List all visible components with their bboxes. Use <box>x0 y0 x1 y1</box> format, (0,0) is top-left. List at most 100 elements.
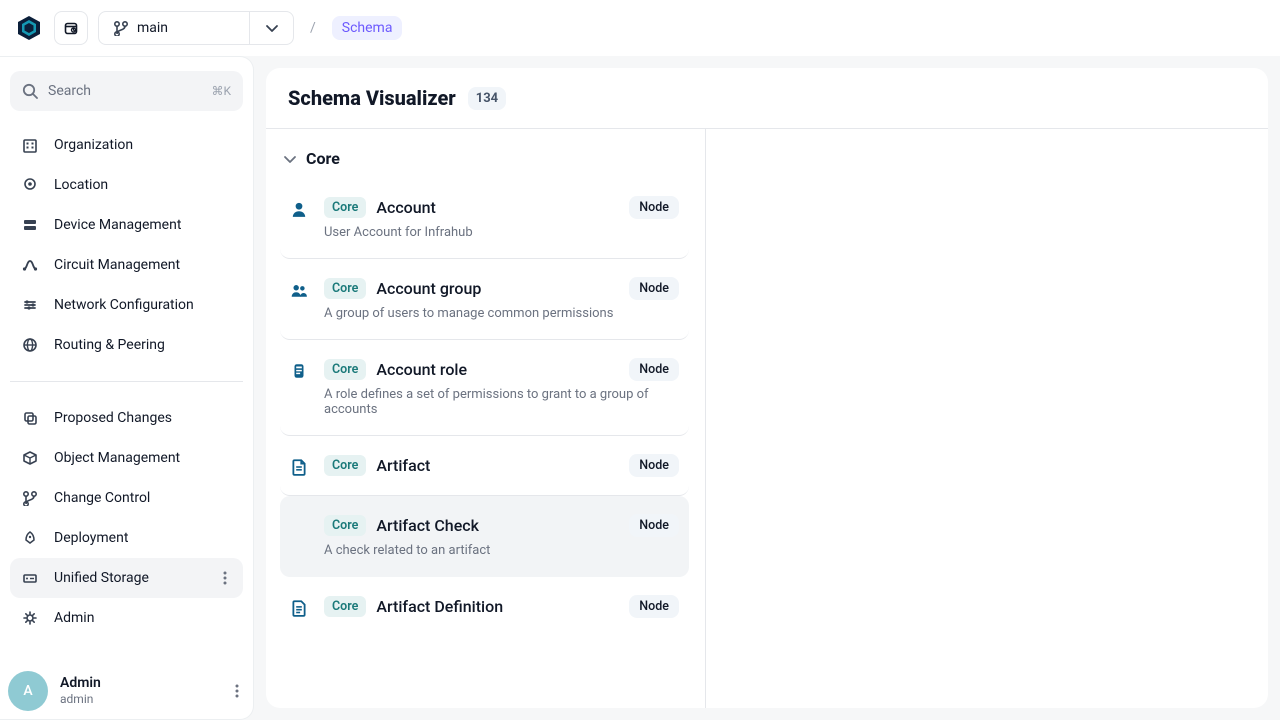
sidebar-item-device-management[interactable]: Device Management <box>10 205 243 245</box>
schema-item-name: Account role <box>376 360 467 379</box>
schema-group-header[interactable]: Core <box>280 139 689 178</box>
user-name: Admin <box>60 675 101 692</box>
sidebar-item-deployment[interactable]: Deployment <box>10 518 243 558</box>
sidebar-item-label: Unified Storage <box>54 570 149 586</box>
namespace-badge: Core <box>324 197 366 218</box>
people-icon <box>286 277 312 321</box>
sidebar-item-label: Proposed Changes <box>54 410 172 426</box>
schema-item-description: A check related to an artifact <box>324 543 679 558</box>
branch-icon <box>20 490 40 506</box>
namespace-badge: Core <box>324 278 366 299</box>
sidebar: Search ⌘K Organization Location Device Man… <box>0 56 254 720</box>
user-meta: Admin admin <box>60 675 101 706</box>
chevron-down-icon <box>264 20 280 36</box>
schema-type-badge: Node <box>629 196 679 219</box>
nav-primary: Organization Location Device Management Cir… <box>10 123 243 367</box>
package-icon <box>20 450 40 466</box>
namespace-badge: Core <box>324 359 366 380</box>
schema-item-name: Account group <box>376 279 481 298</box>
namespace-badge: Core <box>324 596 366 617</box>
sidebar-item-organization[interactable]: Organization <box>10 125 243 165</box>
schema-group-name: Core <box>306 149 340 168</box>
schema-type-badge: Node <box>629 454 679 477</box>
schema-list: Core Core Account Node User Account for Inf… <box>266 129 706 708</box>
gear-icon <box>20 610 40 626</box>
page-title: Schema Visualizer <box>288 86 456 110</box>
sidebar-item-network-configuration[interactable]: Network Configuration <box>10 285 243 325</box>
server-icon <box>20 217 40 233</box>
sidebar-item-label: Organization <box>54 137 133 153</box>
sidebar-item-routing-peering[interactable]: Routing & Peering <box>10 325 243 365</box>
nav-secondary: Proposed Changes Object Management Change … <box>10 396 243 640</box>
branch-select-caret[interactable] <box>249 12 293 44</box>
schema-item[interactable]: CoreArtifactNode <box>280 436 689 496</box>
schema-panel: Schema Visualizer 134 Core Core Account No… <box>266 68 1268 708</box>
schema-item-name: Artifact Definition <box>376 597 503 616</box>
schema-type-badge: Node <box>629 595 679 618</box>
sidebar-item-label: Location <box>54 177 108 193</box>
user-menu[interactable]: A Admin admin <box>0 658 253 719</box>
badge-icon <box>286 358 312 417</box>
file-icon <box>286 454 312 477</box>
sidebar-item-more-icon[interactable] <box>217 570 233 586</box>
schema-type-badge: Node <box>629 277 679 300</box>
schema-item-description: User Account for Infrahub <box>324 225 679 240</box>
schema-item-description: A group of users to manage common permis… <box>324 306 679 321</box>
sidebar-item-label: Change Control <box>54 490 150 506</box>
search-input[interactable]: Search ⌘K <box>10 71 243 111</box>
route-icon <box>20 257 40 273</box>
schema-type-badge: Node <box>629 514 679 537</box>
sidebar-item-proposed-changes[interactable]: Proposed Changes <box>10 398 243 438</box>
schema-item-name: Artifact Check <box>376 516 479 535</box>
branch-select[interactable]: main <box>98 11 294 45</box>
schema-item[interactable]: CoreArtifact CheckNodeA check related to… <box>280 496 689 577</box>
chevron-down-icon <box>282 151 298 167</box>
sidebar-item-label: Object Management <box>54 450 180 466</box>
sidebar-item-label: Device Management <box>54 217 181 233</box>
sidebar-item-label: Admin <box>54 610 94 626</box>
sidebar-item-label: Network Configuration <box>54 297 194 313</box>
schema-count-badge: 134 <box>468 87 506 110</box>
sidebar-item-circuit-management[interactable]: Circuit Management <box>10 245 243 285</box>
schema-item[interactable]: Core Account Node User Account for Infrahub <box>280 178 689 259</box>
user-role: admin <box>60 692 101 706</box>
branch-icon <box>113 20 129 36</box>
person-icon <box>286 196 312 240</box>
sidebar-item-admin[interactable]: Admin <box>10 598 243 638</box>
schema-item-description: A role defines a set of permissions to g… <box>324 387 679 417</box>
sidebar-item-label: Deployment <box>54 530 128 546</box>
schema-type-badge: Node <box>629 358 679 381</box>
search-shortcut: ⌘K <box>211 84 231 98</box>
schema-item-name: Account <box>376 198 436 217</box>
breadcrumb-schema[interactable]: Schema <box>332 16 403 40</box>
storage-icon <box>20 570 40 586</box>
rocket-icon <box>20 530 40 546</box>
search-icon <box>22 83 38 99</box>
copy-icon <box>20 410 40 426</box>
nav-divider <box>10 381 243 382</box>
branch-select-value: main <box>99 12 249 44</box>
app-logo[interactable] <box>14 13 44 43</box>
sidebar-item-label: Routing & Peering <box>54 337 165 353</box>
globe-icon <box>20 337 40 353</box>
building-icon <box>20 137 40 153</box>
content: Schema Visualizer 134 Core Core Account No… <box>254 56 1280 720</box>
sidebar-item-object-management[interactable]: Object Management <box>10 438 243 478</box>
time-travel-button[interactable] <box>54 11 88 45</box>
config-icon <box>20 297 40 313</box>
sidebar-item-unified-storage[interactable]: Unified Storage <box>10 558 243 598</box>
user-more-icon[interactable] <box>229 683 245 699</box>
sidebar-item-location[interactable]: Location <box>10 165 243 205</box>
blank-icon <box>286 514 312 558</box>
file2-icon <box>286 595 312 618</box>
schema-item[interactable]: Core Account role Node A role defines a set… <box>280 340 689 436</box>
schema-item[interactable]: Core Account group Node A group of users to… <box>280 259 689 340</box>
sidebar-item-change-control[interactable]: Change Control <box>10 478 243 518</box>
branch-name: main <box>137 20 168 36</box>
schema-item[interactable]: Core Artifact Definition Node <box>280 577 689 636</box>
breadcrumb-separator: / <box>304 20 322 36</box>
panel-header: Schema Visualizer 134 <box>266 68 1268 129</box>
search-placeholder: Search <box>48 83 91 99</box>
avatar: A <box>8 671 48 711</box>
pin-icon <box>20 177 40 193</box>
